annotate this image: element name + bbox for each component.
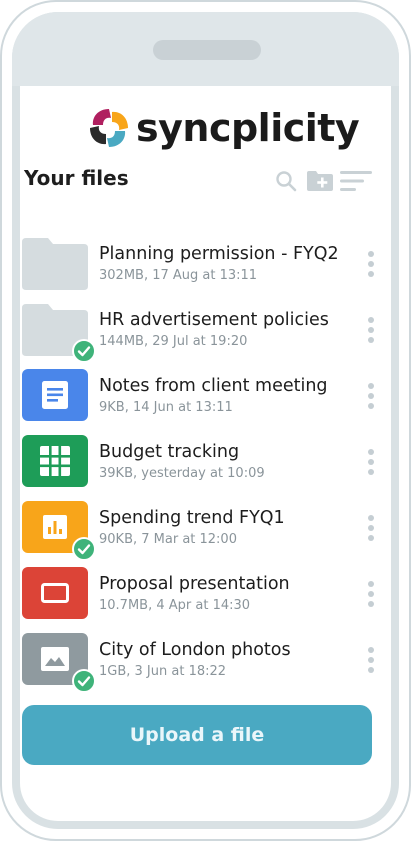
file-name: Budget tracking	[99, 442, 240, 462]
sort-button[interactable]	[340, 170, 372, 196]
file-row[interactable]: City of London photos 1GB, 3 Jun at 18:2…	[22, 633, 376, 693]
speaker-slot	[153, 40, 261, 60]
more-options-button[interactable]	[366, 383, 376, 409]
image-icon	[41, 647, 69, 671]
spreadsheet-thumbnail	[22, 435, 88, 487]
app-logo: syncplicity	[86, 104, 360, 152]
file-name: Planning permission - FYQ2	[99, 244, 339, 264]
file-name: City of London photos	[99, 640, 291, 660]
folder-thumbnail	[22, 237, 88, 290]
file-row[interactable]: Spending trend FYQ1 90KB, 7 Mar at 12:00	[22, 501, 376, 561]
new-folder-button[interactable]	[306, 170, 334, 196]
syncplicity-logo-icon	[90, 109, 128, 147]
status-area	[12, 12, 399, 86]
file-name: Spending trend FYQ1	[99, 508, 285, 528]
file-meta: 39KB, yesterday at 10:09	[99, 466, 265, 481]
file-row[interactable]: Planning permission - FYQ2 302MB, 17 Aug…	[22, 237, 374, 293]
file-meta: 144MB, 29 Jul at 19:20	[99, 334, 248, 349]
search-button[interactable]	[275, 170, 297, 196]
file-name: HR advertisement policies	[99, 310, 329, 330]
spreadsheet-icon	[40, 446, 70, 476]
file-row[interactable]: Proposal presentation 10.7MB, 4 Apr at 1…	[22, 567, 374, 623]
more-options-button[interactable]	[366, 515, 376, 541]
file-meta: 9KB, 14 Jun at 13:11	[99, 400, 233, 415]
new-folder-icon	[307, 171, 333, 191]
document-thumbnail	[22, 369, 88, 421]
upload-file-button[interactable]: Upload a file	[22, 705, 372, 765]
more-options-button[interactable]	[366, 581, 376, 607]
file-name: Proposal presentation	[99, 574, 290, 594]
page-title: Your files	[24, 166, 129, 190]
search-icon	[276, 171, 297, 192]
file-row[interactable]: HR advertisement policies 144MB, 29 Jul …	[22, 303, 376, 363]
file-meta: 90KB, 7 Mar at 12:00	[99, 532, 237, 547]
file-meta: 302MB, 17 Aug at 13:11	[99, 268, 258, 283]
folder-icon	[22, 238, 88, 290]
synced-check-icon	[72, 537, 96, 561]
presentation-icon	[41, 583, 69, 603]
synced-check-icon	[72, 669, 96, 693]
file-name: Notes from client meeting	[99, 376, 328, 396]
brand-name: syncplicity	[136, 106, 360, 150]
presentation-thumbnail	[22, 567, 88, 619]
more-options-button[interactable]	[366, 317, 376, 343]
more-options-button[interactable]	[366, 251, 376, 277]
file-row[interactable]: Budget tracking 39KB, yesterday at 10:09	[22, 435, 374, 491]
file-row[interactable]: Notes from client meeting 9KB, 14 Jun at…	[22, 369, 374, 425]
synced-check-icon	[72, 339, 96, 363]
more-options-button[interactable]	[366, 647, 376, 673]
file-meta: 1GB, 3 Jun at 18:22	[99, 664, 227, 679]
more-options-button[interactable]	[366, 449, 376, 475]
sort-icon	[340, 171, 372, 191]
bar-chart-icon	[43, 515, 67, 539]
file-meta: 10.7MB, 4 Apr at 14:30	[99, 598, 251, 613]
document-icon	[42, 381, 68, 409]
